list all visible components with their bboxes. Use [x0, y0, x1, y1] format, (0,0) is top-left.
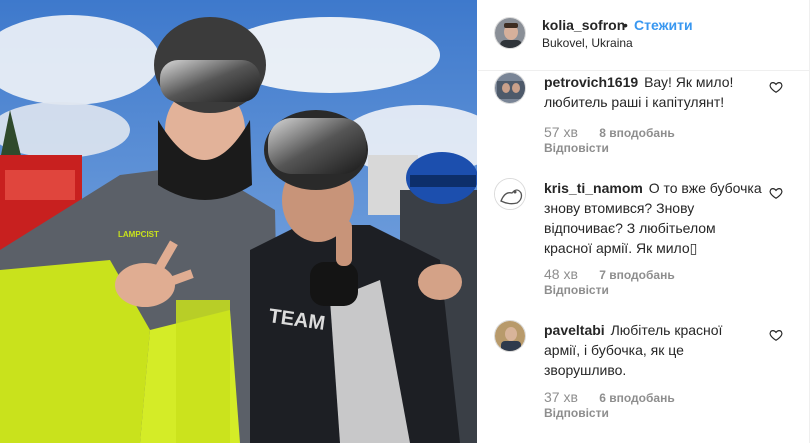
comment-time[interactable]: 48 хв [544, 266, 578, 282]
header-separator: • [623, 17, 628, 33]
like-heart-icon[interactable] [769, 186, 783, 200]
like-heart-icon[interactable] [769, 328, 783, 342]
jacket-brand-text: LAMPCIST [118, 230, 159, 239]
photo-illustration: TEAM LAMPCIST [0, 0, 477, 443]
commenter-avatar[interactable] [494, 178, 526, 210]
like-heart-icon[interactable] [769, 80, 783, 94]
comment-meta: 48 хв 7 вподобань [544, 266, 675, 282]
comment-time[interactable]: 37 хв [544, 389, 578, 405]
commenter-avatar[interactable] [494, 72, 526, 104]
comment-likes[interactable]: 6 вподобань [599, 391, 674, 405]
comment-body: kris_ti_namom О то вже бубочка знову вто… [544, 178, 762, 258]
reply-button[interactable]: Відповісти [544, 283, 609, 297]
post-header: kolia_sofron • Стежити Bukovel, Ukraina [478, 0, 809, 71]
comment-meta: 57 хв 8 вподобань [544, 124, 675, 140]
comment-time[interactable]: 57 хв [544, 124, 578, 140]
author-avatar-image [495, 18, 525, 48]
comment-username[interactable]: kris_ti_namom [544, 180, 643, 196]
follow-button[interactable]: Стежити [634, 17, 693, 33]
reply-button[interactable]: Відповісти [544, 406, 609, 420]
commenter-avatar[interactable] [494, 320, 526, 352]
author-username[interactable]: kolia_sofron [542, 17, 625, 33]
post-photo[interactable]: TEAM LAMPCIST [0, 0, 477, 443]
reply-button[interactable]: Відповісти [544, 141, 609, 155]
comment-body: petrovich1619 Вау! Як мило! любитель раш… [544, 72, 762, 112]
comment-meta: 37 хв 6 вподобань [544, 389, 675, 405]
comment-body: paveltabi Любітель красної армії, і бубо… [544, 320, 762, 380]
comment-likes[interactable]: 7 вподобань [599, 268, 674, 282]
post-location[interactable]: Bukovel, Ukraina [542, 36, 633, 50]
post-frame: TEAM LAMPCIST kolia_sofron • Стежити Buk… [0, 0, 810, 443]
commenter-avatar-image [495, 179, 525, 209]
comment-username[interactable]: paveltabi [544, 322, 605, 338]
comment-username[interactable]: petrovich1619 [544, 74, 638, 90]
commenter-avatar-image [495, 321, 525, 351]
commenter-avatar-image [495, 73, 525, 103]
author-avatar[interactable] [494, 17, 526, 49]
comments-panel: kolia_sofron • Стежити Bukovel, Ukraina … [478, 0, 809, 443]
comment-likes[interactable]: 8 вподобань [599, 126, 674, 140]
